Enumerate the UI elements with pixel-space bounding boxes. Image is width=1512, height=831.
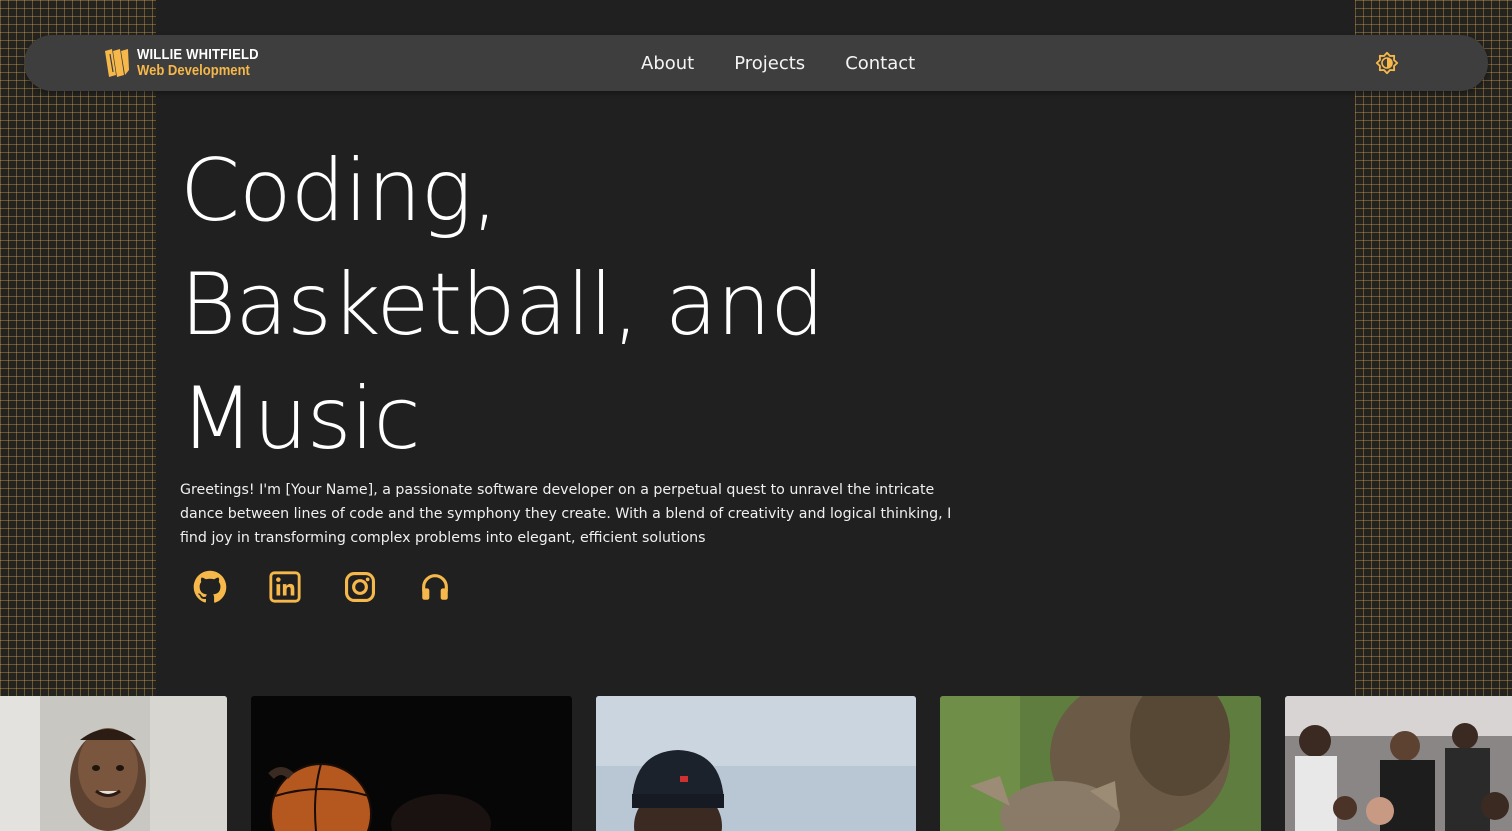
- grid-background-right: [1355, 0, 1512, 696]
- headphones-icon: [421, 573, 448, 600]
- instagram-link[interactable]: [342, 569, 377, 604]
- hero-title-line-2: Basketball, and: [180, 255, 825, 355]
- photo-man-in-beanie: [596, 696, 916, 831]
- page: WILLIE WHITFIELD Web Development About P…: [0, 0, 1512, 831]
- brand-text: WILLIE WHITFIELD Web Development: [137, 46, 272, 79]
- instagram-icon: [344, 571, 375, 602]
- brand-subtitle: Web Development: [137, 63, 250, 79]
- linkedin-icon: [268, 570, 301, 603]
- nav-link-contact[interactable]: Contact: [845, 53, 915, 74]
- hero-intro-text: Greetings! I'm [Your Name], a passionate…: [180, 482, 952, 546]
- music-link[interactable]: [417, 569, 452, 604]
- navbar: WILLIE WHITFIELD Web Development About P…: [24, 35, 1488, 91]
- brand-name: WILLIE WHITFIELD: [137, 46, 259, 63]
- hero-title-line-1: Coding,: [180, 141, 499, 241]
- theme-toggle-button[interactable]: [1375, 51, 1399, 75]
- photo-crowd: [1285, 696, 1512, 831]
- nav-link-projects[interactable]: Projects: [734, 53, 805, 74]
- ww-logo-mark-icon: [105, 49, 129, 77]
- linkedin-link[interactable]: [267, 569, 302, 604]
- github-icon: [193, 570, 226, 603]
- hero-title-line-3: Music: [180, 369, 421, 469]
- photo-child-portrait: [0, 696, 227, 831]
- github-link[interactable]: [192, 569, 227, 604]
- brand-logo[interactable]: WILLIE WHITFIELD Web Development: [104, 47, 272, 79]
- hero-title: Coding, Basketball, and Music: [180, 134, 980, 476]
- brightness-icon: [1375, 51, 1399, 75]
- nav-links: About Projects Contact: [621, 35, 935, 91]
- photo-basketball: [251, 696, 572, 831]
- grid-background-left: [0, 0, 156, 696]
- social-links: [192, 569, 492, 604]
- photo-cat: [940, 696, 1261, 831]
- nav-link-about[interactable]: About: [641, 53, 694, 74]
